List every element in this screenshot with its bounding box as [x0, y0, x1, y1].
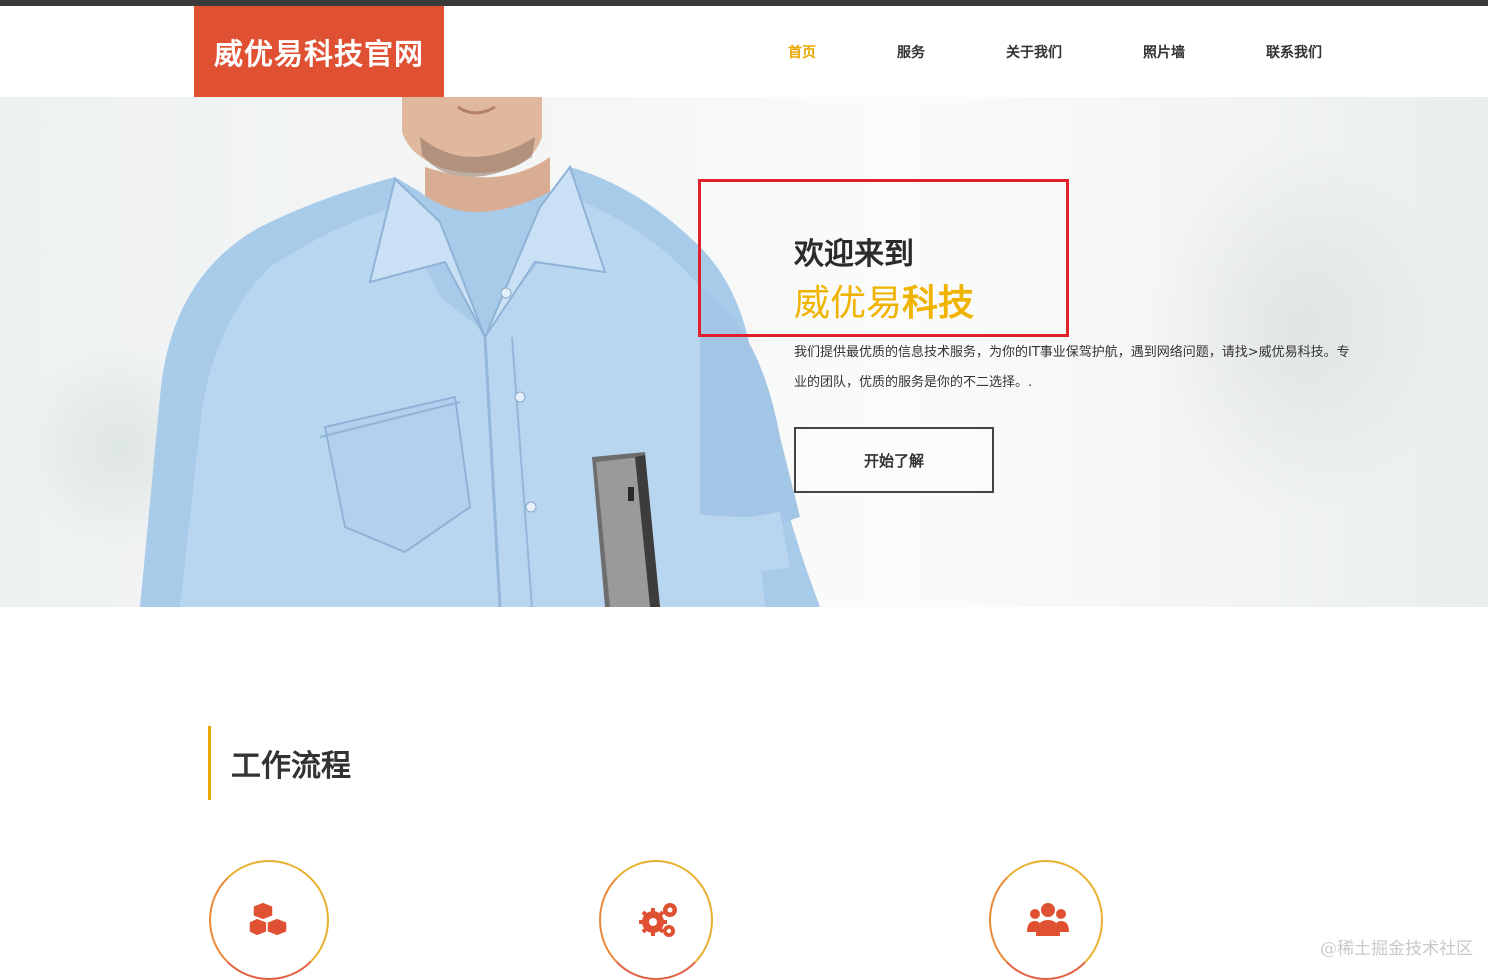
nav-item-contact[interactable]: 联系我们 — [1266, 42, 1322, 62]
workflow-section-title: 工作流程 — [231, 749, 351, 784]
site-header: 威优易科技官网 首页 服务 关于我们 照片墙 联系我们 — [0, 6, 1488, 97]
nav-item-services[interactable]: 服务 — [897, 42, 925, 62]
workflow-step-1[interactable] — [209, 860, 329, 980]
site-logo[interactable]: 威优易科技官网 — [194, 6, 444, 97]
cubes-icon — [248, 901, 288, 937]
gears-icon — [639, 903, 677, 937]
learn-more-button[interactable]: 开始了解 — [794, 427, 994, 493]
users-icon — [1027, 903, 1069, 936]
hero-subheading-bold: 科技 — [902, 283, 975, 324]
workflow-step-3[interactable] — [989, 860, 1103, 980]
nav-item-home[interactable]: 首页 — [788, 42, 816, 62]
hero-heading: 欢迎来到 — [794, 237, 914, 272]
hero-subheading-normal: 威优易 — [794, 283, 903, 324]
hero-person-image — [140, 97, 820, 607]
nav-item-about[interactable]: 关于我们 — [1006, 42, 1062, 62]
hero-background-blur — [1150, 137, 1450, 517]
watermark: @稀土掘金技术社区 — [1320, 939, 1473, 959]
workflow-step-2[interactable] — [599, 860, 713, 980]
section-accent-bar — [208, 726, 211, 800]
hero-subheading: 威优易科技 — [794, 274, 974, 326]
nav-item-photo-wall[interactable]: 照片墙 — [1143, 42, 1185, 62]
hero-description: 我们提供最优质的信息技术服务，为你的IT事业保驾护航，遇到网络问题，请找>威优易… — [794, 345, 1350, 390]
